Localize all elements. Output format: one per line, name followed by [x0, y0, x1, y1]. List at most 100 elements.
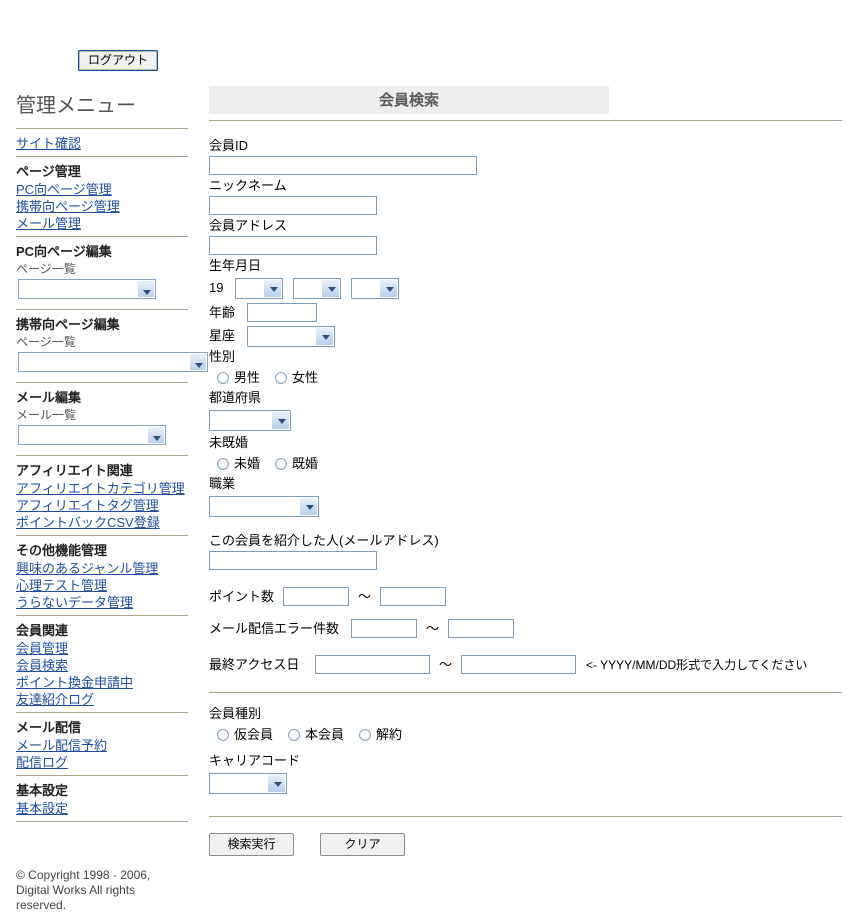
- field-member-id: 会員ID: [209, 137, 867, 175]
- sidebar-item-friend-referral-log[interactable]: 友達紹介ログ: [16, 691, 200, 708]
- nickname-input[interactable]: [209, 196, 377, 215]
- page-container: ログアウト 管理メニュー サイト確認 ページ管理 PC向ページ管理 携帯向ページ…: [0, 0, 867, 913]
- label-gender: 性別: [209, 349, 236, 365]
- sidebar-item-pointback-csv-register[interactable]: ポイントバックCSV登録: [16, 514, 200, 531]
- clear-button[interactable]: クリア: [320, 833, 405, 857]
- sidebar-heading-basic-settings: 基本設定: [16, 783, 69, 798]
- sidebar-item-mail-delivery-reservation[interactable]: メール配信予約: [16, 737, 200, 754]
- prefecture-select[interactable]: [209, 410, 291, 432]
- zodiac-select[interactable]: [246, 325, 335, 347]
- sidebar-item-point-exchange-requests[interactable]: ポイント換金申請中: [16, 674, 200, 691]
- copyright-text: © Copyright 1998 - 2006, Digital Works A…: [16, 868, 151, 912]
- sidebar-item-basic-settings[interactable]: 基本設定: [16, 800, 200, 817]
- field-referrer: この会員を紹介した人(メールアドレス): [209, 532, 867, 571]
- logout-button[interactable]: ログアウト: [76, 49, 160, 72]
- birthday-row: 19: [209, 277, 867, 300]
- sidebar-mobile-page-select[interactable]: [18, 352, 208, 372]
- field-age: 年齢: [209, 301, 867, 324]
- sidebar-item-affiliate-tag-admin[interactable]: アフィリエイトタグ管理: [16, 497, 200, 514]
- gender-female-option[interactable]: 女性: [275, 368, 318, 388]
- page-title: 会員検索: [209, 86, 609, 114]
- sidebar-sublabel-mobile-page-list: ページ一覧: [16, 335, 76, 349]
- mail-error-from-input[interactable]: [351, 619, 417, 639]
- member-type-cancel-label: 解約: [376, 727, 403, 743]
- field-nickname: ニックネーム: [209, 177, 867, 215]
- label-carrier-code: キャリアコード: [209, 753, 301, 769]
- field-points-range: ポイント数 〜: [209, 586, 867, 608]
- field-occupation: 職業: [209, 475, 867, 518]
- sidebar-item-psych-test-admin[interactable]: 心理テスト管理: [16, 577, 200, 594]
- divider: [16, 236, 188, 237]
- search-execute-button[interactable]: 検索実行: [209, 833, 294, 857]
- field-marital-status: 未既婚 未婚 既婚: [209, 434, 867, 474]
- divider: [16, 455, 188, 456]
- field-last-access-range: 最終アクセス日 〜 <- YYYY/MM/DD形式で入力してください: [209, 654, 867, 676]
- sidebar-pc-page-select[interactable]: [18, 279, 156, 299]
- member-type-radio-group: 仮会員 本会員 解約: [217, 725, 867, 745]
- label-last-access: 最終アクセス日: [209, 657, 300, 673]
- member-type-temp-label: 仮会員: [234, 727, 274, 743]
- radio-icon[interactable]: [217, 729, 229, 742]
- member-type-temp-option[interactable]: 仮会員: [217, 725, 273, 745]
- birthday-day-select[interactable]: [351, 278, 400, 300]
- pc-page-select-wrapper: [16, 277, 156, 305]
- last-access-to-input[interactable]: [461, 655, 577, 675]
- sidebar-item-pc-page-admin[interactable]: PC向ページ管理: [16, 181, 200, 198]
- field-mail-error-range: メール配信エラー件数 〜: [209, 618, 867, 640]
- title-divider: [209, 120, 842, 121]
- member-address-input[interactable]: [209, 236, 377, 255]
- divider: [16, 535, 188, 536]
- sidebar-item-mobile-page-admin[interactable]: 携帯向ページ管理: [16, 198, 200, 215]
- member-type-full-option[interactable]: 本会員: [288, 725, 344, 745]
- carrier-code-select[interactable]: [209, 773, 287, 795]
- label-member-address: 会員アドレス: [209, 218, 288, 233]
- last-access-from-input[interactable]: [315, 655, 430, 675]
- radio-icon[interactable]: [359, 729, 372, 742]
- radio-icon[interactable]: [217, 372, 229, 385]
- mobile-page-select-wrapper: [16, 350, 208, 378]
- birthday-month-select[interactable]: [293, 278, 342, 300]
- gender-male-option[interactable]: 男性: [217, 368, 260, 388]
- divider: [16, 156, 188, 157]
- sidebar-heading-mail-delivery: メール配信: [16, 720, 82, 735]
- sidebar-item-member-search[interactable]: 会員検索: [16, 657, 200, 674]
- sidebar-item-genre-admin[interactable]: 興味のあるジャンル管理: [16, 560, 200, 577]
- occupation-select[interactable]: [209, 496, 319, 518]
- sidebar-item-delivery-log[interactable]: 配信ログ: [16, 754, 200, 771]
- field-birthday: 生年月日 19: [209, 257, 867, 300]
- member-id-input[interactable]: [209, 156, 477, 175]
- age-input[interactable]: [246, 302, 317, 322]
- sidebar-heading-page-admin: ページ管理: [16, 164, 81, 179]
- marital-married-option[interactable]: 既婚: [275, 454, 318, 474]
- field-member-type: 会員種別 仮会員 本会員 解約: [209, 705, 867, 745]
- sidebar-item-site-check[interactable]: サイト確認: [16, 135, 200, 152]
- radio-icon[interactable]: [275, 372, 288, 385]
- member-type-full-label: 本会員: [305, 727, 345, 743]
- divider: [16, 821, 188, 822]
- referrer-input[interactable]: [209, 551, 377, 571]
- points-range-separator: 〜: [358, 589, 372, 605]
- mail-error-to-input[interactable]: [448, 619, 515, 639]
- radio-icon[interactable]: [217, 458, 229, 471]
- sidebar-item-fortune-data-admin[interactable]: うらないデータ管理: [16, 594, 200, 611]
- sidebar-item-member-admin[interactable]: 会員管理: [16, 640, 200, 657]
- sidebar-heading-other-features: その他機能管理: [16, 543, 108, 558]
- label-mail-error-count: メール配信エラー件数: [209, 621, 340, 637]
- marital-single-option[interactable]: 未婚: [217, 454, 260, 474]
- points-from-input[interactable]: [283, 587, 349, 607]
- prefecture-wrapper: [209, 409, 291, 432]
- footer-divider: [209, 816, 842, 818]
- points-to-input[interactable]: [380, 587, 447, 607]
- sidebar-item-mail-admin[interactable]: メール管理: [16, 215, 200, 232]
- member-type-cancel-option[interactable]: 解約: [359, 725, 402, 745]
- label-nickname: ニックネーム: [209, 178, 287, 193]
- sidebar-sublabel-pc-page-list: ページ一覧: [16, 262, 76, 276]
- birthday-year-select[interactable]: [235, 278, 284, 300]
- radio-icon[interactable]: [288, 729, 301, 742]
- sidebar-heading-mail-edit: メール編集: [16, 390, 82, 405]
- sidebar-item-affiliate-category-admin[interactable]: アフィリエイトカテゴリ管理: [16, 480, 200, 497]
- sidebar-mail-select[interactable]: [18, 425, 166, 445]
- radio-icon[interactable]: [275, 458, 288, 471]
